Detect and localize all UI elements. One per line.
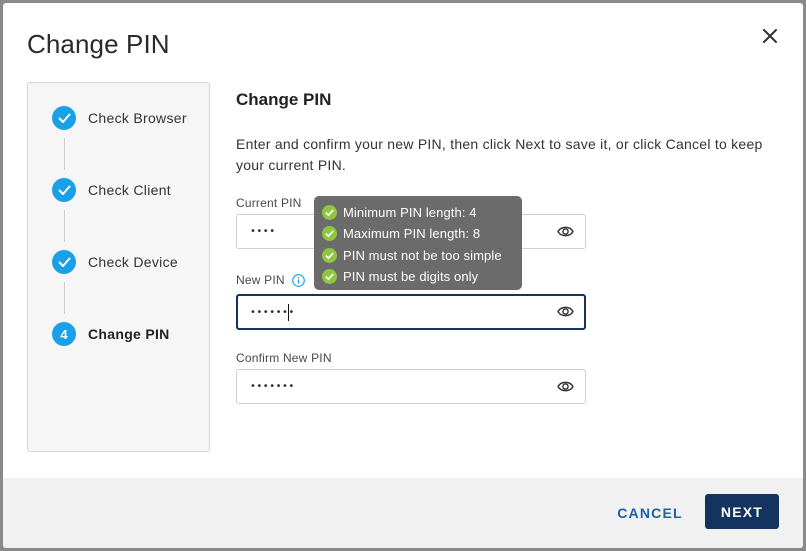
step-check-browser[interactable]: Check Browser: [52, 106, 187, 130]
text-cursor: [288, 304, 289, 321]
check-circle-icon: [322, 205, 337, 221]
change-pin-dialog: Change PIN Check Browser Check Client Ch…: [3, 3, 803, 548]
close-button[interactable]: [757, 23, 783, 49]
cancel-button[interactable]: CANCEL: [606, 496, 694, 530]
step-label: Change PIN: [88, 326, 170, 342]
dialog-title: Change PIN: [27, 29, 170, 59]
next-button[interactable]: NEXT: [705, 494, 779, 529]
new-pin-label-row: New PIN: [236, 273, 305, 287]
pin-rules-tooltip: Minimum PIN length: 4 Maximum PIN length…: [314, 196, 522, 290]
current-pin-label: Current PIN: [236, 196, 302, 210]
step-connector: [64, 138, 65, 170]
new-pin-field[interactable]: [236, 294, 586, 330]
step-complete-badge: [52, 178, 76, 202]
step-connector: [64, 282, 65, 314]
show-password-icon[interactable]: [557, 304, 574, 319]
pin-rule-text: PIN must be digits only: [343, 269, 479, 285]
show-password-icon[interactable]: [557, 379, 574, 394]
check-circle-icon: [322, 226, 337, 242]
step-check-device[interactable]: Check Device: [52, 250, 178, 274]
step-complete-badge: [52, 250, 76, 274]
new-pin-input[interactable]: [250, 296, 550, 328]
confirm-pin-input[interactable]: [250, 370, 550, 403]
step-check-client[interactable]: Check Client: [52, 178, 171, 202]
step-complete-badge: [52, 106, 76, 130]
dialog-footer: CANCEL NEXT: [3, 478, 803, 548]
check-icon: [57, 257, 71, 267]
new-pin-label: New PIN: [236, 273, 285, 287]
info-icon[interactable]: [291, 273, 305, 287]
pin-rule-text: Minimum PIN length: 4: [343, 205, 477, 221]
pin-rule-item: Maximum PIN length: 8: [322, 223, 522, 244]
section-title: Change PIN: [236, 90, 332, 109]
confirm-pin-label: Confirm New PIN: [236, 351, 332, 365]
stepper-panel: Check Browser Check Client Check Device …: [27, 82, 210, 452]
step-label: Check Browser: [88, 110, 187, 126]
close-icon: [763, 29, 777, 43]
step-number-badge: 4: [52, 322, 76, 346]
pin-rule-text: Maximum PIN length: 8: [343, 226, 481, 242]
check-circle-icon: [322, 247, 337, 263]
show-password-icon[interactable]: [557, 224, 574, 239]
confirm-pin-field[interactable]: [236, 369, 586, 404]
step-connector: [64, 210, 65, 242]
pin-rule-item: PIN must not be too simple: [322, 245, 522, 266]
pin-rule-item: PIN must be digits only: [322, 266, 522, 287]
pin-rule-text: PIN must not be too simple: [343, 247, 502, 263]
check-icon: [57, 185, 71, 195]
check-icon: [57, 113, 71, 123]
step-label: Check Device: [88, 254, 178, 270]
instructions-text: Enter and confirm your new PIN, then cli…: [236, 136, 763, 173]
check-circle-icon: [322, 269, 337, 285]
pin-rule-item: Minimum PIN length: 4: [322, 202, 522, 223]
step-change-pin[interactable]: 4 Change PIN: [52, 322, 170, 346]
step-label: Check Client: [88, 182, 171, 198]
